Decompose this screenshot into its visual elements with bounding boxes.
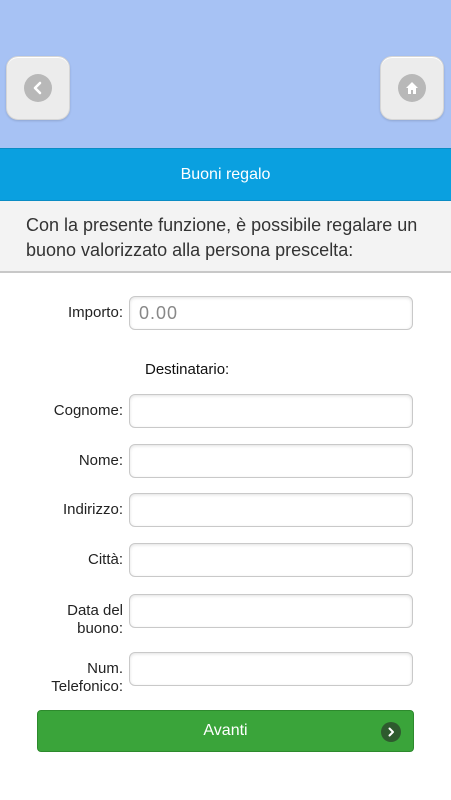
voucher-date-label-line1: Data del: [67, 602, 123, 619]
city-input[interactable]: [129, 543, 413, 577]
surname-input[interactable]: [129, 394, 413, 428]
surname-label: Cognome:: [53, 402, 123, 419]
phone-label: Num. Telefonico:: [51, 660, 123, 696]
voucher-date-input[interactable]: [129, 594, 413, 628]
voucher-date-label-line2: buono:: [77, 620, 123, 637]
address-label: Indirizzo:: [62, 501, 123, 518]
home-icon: [398, 74, 426, 102]
chevron-left-icon: [24, 74, 52, 102]
city-label: Città:: [87, 551, 123, 568]
voucher-date-label: Data del buono:: [67, 602, 123, 638]
name-input[interactable]: [129, 444, 413, 478]
amount-input[interactable]: [129, 296, 413, 330]
phone-input[interactable]: [129, 652, 413, 686]
back-button[interactable]: [6, 56, 70, 120]
top-banner: [0, 0, 451, 148]
title-bar: Buoni regalo: [0, 148, 451, 201]
recipient-heading: Destinatario:: [145, 361, 230, 378]
phone-label-line1: Num.: [87, 660, 123, 677]
name-label: Nome:: [78, 452, 123, 469]
home-button[interactable]: [380, 56, 444, 120]
page-title: Buoni regalo: [180, 165, 271, 183]
amount-label: Importo:: [67, 304, 123, 321]
next-button-label: Avanti: [203, 722, 248, 739]
chevron-right-icon: [381, 722, 401, 742]
address-input[interactable]: [129, 493, 413, 527]
phone-label-line2: Telefonico:: [51, 678, 123, 695]
next-button[interactable]: Avanti: [37, 710, 414, 752]
intro-text: Con la presente funzione, è possibile re…: [0, 201, 451, 273]
